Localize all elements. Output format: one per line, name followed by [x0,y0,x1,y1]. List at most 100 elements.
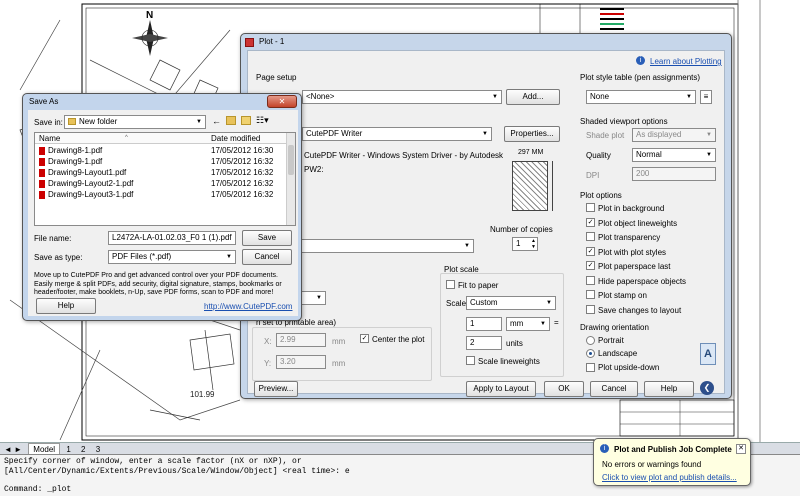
scale-unit-combo[interactable]: mm ▼ [506,317,550,331]
copies-spinner[interactable]: 1 ▲ ▼ [512,237,538,251]
plot-option-checkbox[interactable]: ✓ [586,217,595,227]
plot-option-checkbox[interactable] [586,275,595,285]
pdf-file-icon [39,146,45,155]
file-name-value: L2472A-LA-01.02.03_F0 1 (1).pdf [112,233,232,242]
scale-lineweights-label: Scale lineweights [478,357,540,366]
scale-numerator-input[interactable]: 1 [466,317,502,331]
upside-down-label: Plot upside-down [598,363,660,372]
preview-button[interactable]: Preview... [254,381,298,397]
shade-plot-value: As displayed [636,130,682,139]
file-row[interactable]: Drawing9-1.pdf 17/05/2012 16:32 [35,156,295,167]
close-icon[interactable]: ✕ [267,95,297,108]
save-as-type-combo[interactable]: PDF Files (*.pdf) ▼ [108,250,236,264]
plot-option-checkbox[interactable] [586,304,595,314]
file-name-input[interactable]: L2472A-LA-01.02.03_F0 1 (1).pdf [108,231,236,245]
page-setup-combo[interactable]: <None> ▼ [302,90,502,104]
file-row[interactable]: Drawing9-Layout2-1.pdf 17/05/2012 16:32 [35,178,295,189]
printer-combo[interactable]: CutePDF Writer ▼ [302,127,492,141]
plot-option-checkbox[interactable] [586,232,595,241]
file-date: 17/05/2012 16:30 [211,146,274,155]
landscape-radio[interactable] [586,349,595,358]
y-offset-unit: mm [332,359,346,368]
y-offset-value: 3.20 [280,357,296,366]
file-row[interactable]: Drawing8-1.pdf 17/05/2012 16:30 [35,145,295,156]
cutepdf-link[interactable]: http://www.CutePDF.com [204,302,292,311]
landscape-label: Landscape [598,349,638,358]
save-in-combo[interactable]: New folder ▼ [64,115,206,129]
dpi-input[interactable]: 200 [632,167,716,181]
y-offset-input[interactable]: 3.20 [276,355,326,369]
chevron-down-icon: ▼ [706,152,712,158]
cancel-button[interactable]: Cancel [590,381,638,397]
center-plot-checkbox[interactable]: ✓ [360,334,369,343]
promo-text: Move up to CutePDF Pro and get advanced … [34,272,282,296]
chevron-down-icon: ▼ [226,254,232,260]
learn-about-plotting-link[interactable]: Learn about Plotting [650,57,722,66]
page-setup-label: Page setup [256,73,297,82]
plot-option-checkbox[interactable] [586,290,595,299]
x-offset-input[interactable]: 2.99 [276,333,326,347]
ok-button[interactable]: OK [544,381,584,397]
scale-combo[interactable]: Custom ▼ [466,296,556,310]
scale-label: Scale: [446,299,469,308]
plot-details-link[interactable]: Click to view plot and publish details..… [602,473,737,482]
fit-to-paper-checkbox[interactable] [446,280,455,289]
app-icon [245,38,254,47]
plot-style-table-combo[interactable]: None ▼ [586,90,696,104]
save-button[interactable]: Save [242,230,292,246]
save-as-titlebar[interactable]: Save As [23,94,301,110]
plot-complete-notification[interactable]: i Plot and Publish Job Complete ✕ No err… [593,438,751,486]
save-as-type-label: Save as type: [34,253,83,262]
chevron-down-icon: ▼ [686,94,692,100]
add-page-setup-button[interactable]: Add... [506,89,560,105]
file-row[interactable]: Drawing9-Layout3-1.pdf 17/05/2012 16:32 [35,189,295,200]
chevron-down-icon: ▼ [316,295,322,301]
scale-lineweights-checkbox[interactable] [466,356,475,365]
equals-sign: = [554,318,559,327]
file-list[interactable]: Name ^ Date modified Drawing8-1.pdf 17/05… [34,132,296,226]
chevron-down-icon: ▼ [482,131,488,137]
scale-denominator-input[interactable]: 2 [466,336,502,350]
collapse-arrow-icon[interactable]: ❮ [700,381,714,395]
plot-option-label: Save changes to layout [598,305,682,315]
help-button[interactable]: Help [644,381,694,397]
save-as-type-value: PDF Files (*.pdf) [112,252,172,261]
edit-style-icon[interactable]: ≡ [700,90,712,104]
new-folder-icon[interactable] [241,116,251,125]
plot-option-checkbox[interactable] [586,203,595,212]
x-offset-value: 2.99 [280,335,296,344]
plot-option-checkbox[interactable]: ✓ [586,261,595,270]
view-menu-icon[interactable]: ☷▾ [256,115,269,126]
plot-option-label: Plot with plot styles [598,247,667,257]
scale-numerator-value: 1 [470,319,475,328]
center-plot-label: Center the plot [372,335,425,344]
file-name: Drawing9-1.pdf [48,157,103,166]
close-icon[interactable]: ✕ [736,444,746,454]
spinner-arrows-icon[interactable]: ▲ ▼ [531,238,536,250]
chevron-down-icon: ▼ [706,132,712,138]
shade-plot-combo[interactable]: As displayed ▼ [632,128,716,142]
back-icon[interactable]: ← [212,116,221,126]
portrait-radio[interactable] [586,336,595,345]
scrollbar[interactable] [286,133,295,225]
command-prompt[interactable]: Command: _plot [4,485,796,495]
quality-combo[interactable]: Normal ▼ [632,148,716,162]
cancel-button[interactable]: Cancel [242,249,292,265]
plot-style-table-value: None [590,92,610,101]
column-date-header[interactable]: Date modified [211,133,260,144]
file-row[interactable]: Drawing9-Layout1.pdf 17/05/2012 16:32 [35,167,295,178]
upside-down-checkbox[interactable] [586,363,595,372]
properties-button[interactable]: Properties... [504,126,560,142]
portrait-label: Portrait [598,336,624,345]
file-date: 17/05/2012 16:32 [211,168,274,177]
column-name-header[interactable]: Name [39,133,60,144]
up-folder-icon[interactable] [226,116,236,125]
plot-option-checkbox[interactable]: ✓ [586,246,595,256]
chevron-down-icon: ▼ [540,321,546,327]
save-as-help-button[interactable]: Help [36,298,96,314]
plot-dialog-titlebar[interactable]: Plot - 1 [241,34,731,50]
plot-option-label: Plot paperspace last [598,262,671,271]
apply-to-layout-button[interactable]: Apply to Layout [466,381,536,397]
pdf-file-icon [39,168,45,177]
x-offset-label: X: [264,337,272,346]
